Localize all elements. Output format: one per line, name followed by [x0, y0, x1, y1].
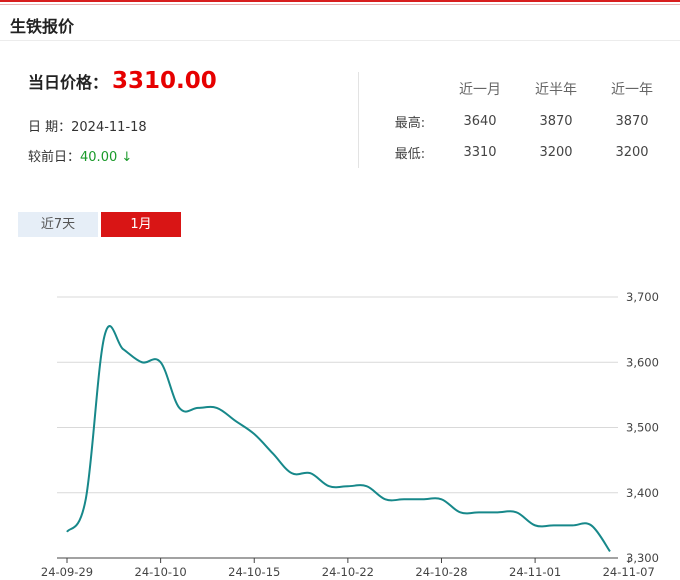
current-price-row: 当日价格： 3310.00 — [28, 68, 217, 94]
change-value: 40.00 — [80, 150, 118, 165]
stats-col-header-year: 近一年 — [611, 82, 653, 98]
stats-cell: 3200 — [539, 145, 573, 160]
stats-cell: 3200 — [615, 145, 649, 160]
date-label: 日 期： — [28, 120, 72, 135]
stats-corner-cell — [378, 78, 442, 100]
date-row: 日 期：2024-11-18 — [28, 116, 147, 135]
range-tabs: 近7天 1月 — [18, 212, 184, 237]
current-price-label: 当日价格： — [28, 73, 109, 92]
y-tick-label: 3,500 — [626, 421, 659, 435]
x-tick-label: 24-10-28 — [415, 565, 467, 579]
y-tick-label: 3,300 — [626, 551, 659, 565]
stats-row-high: 最高: 3640 3870 3870 — [378, 100, 670, 137]
y-tick-label: 3,400 — [626, 486, 659, 500]
x-tick-label: 24-10-15 — [228, 565, 280, 579]
tab-7-days[interactable]: 近7天 — [18, 212, 98, 237]
down-arrow-icon: ↓ — [121, 150, 133, 165]
top-accent-line — [0, 0, 680, 2]
stats-cell: 3640 — [463, 114, 497, 129]
current-price-value: 3310.00 — [112, 68, 217, 94]
y-tick-label: 3,700 — [626, 290, 659, 304]
y-tick-label: 3,600 — [626, 355, 659, 369]
page-title: 生铁报价 — [10, 17, 75, 36]
stats-col-header-month: 近一月 — [459, 82, 501, 98]
stats-col-header-halfyear: 近半年 — [535, 82, 577, 98]
change-row: 较前日：40.00 ↓ — [28, 146, 132, 165]
change-label: 较前日： — [28, 150, 81, 165]
stats-cell: 3310 — [463, 145, 497, 160]
stats-cell: 3870 — [539, 114, 573, 129]
price-line-chart: 3,300 3,400 3,500 3,600 3,700 24-09-29 24-10-1… — [41, 290, 659, 579]
x-tick-label: 24-09-29 — [41, 565, 93, 579]
x-tick-label: 24-10-22 — [322, 565, 374, 579]
tab-1-month[interactable]: 1月 — [101, 212, 181, 237]
stats-row-label: 最低: — [394, 147, 426, 162]
header-divider — [0, 40, 680, 41]
date-value: 2024-11-18 — [71, 120, 147, 135]
x-tick-label: 24-11-07 — [603, 565, 655, 579]
stats-cell: 3870 — [615, 114, 649, 129]
price-stats-table: 近一月 近半年 近一年 最高: 3640 3870 3870 最低: 3310 … — [378, 78, 670, 168]
stats-row-label: 最高: — [394, 116, 426, 131]
top-accent-subline — [0, 4, 680, 5]
stats-row-low: 最低: 3310 3200 3200 — [378, 137, 670, 168]
price-series-line — [66, 325, 611, 553]
vertical-divider — [358, 72, 359, 168]
x-tick-label: 24-10-10 — [135, 565, 187, 579]
stats-header-row: 近一月 近半年 近一年 — [378, 78, 670, 100]
x-tick-label: 24-11-01 — [509, 565, 561, 579]
